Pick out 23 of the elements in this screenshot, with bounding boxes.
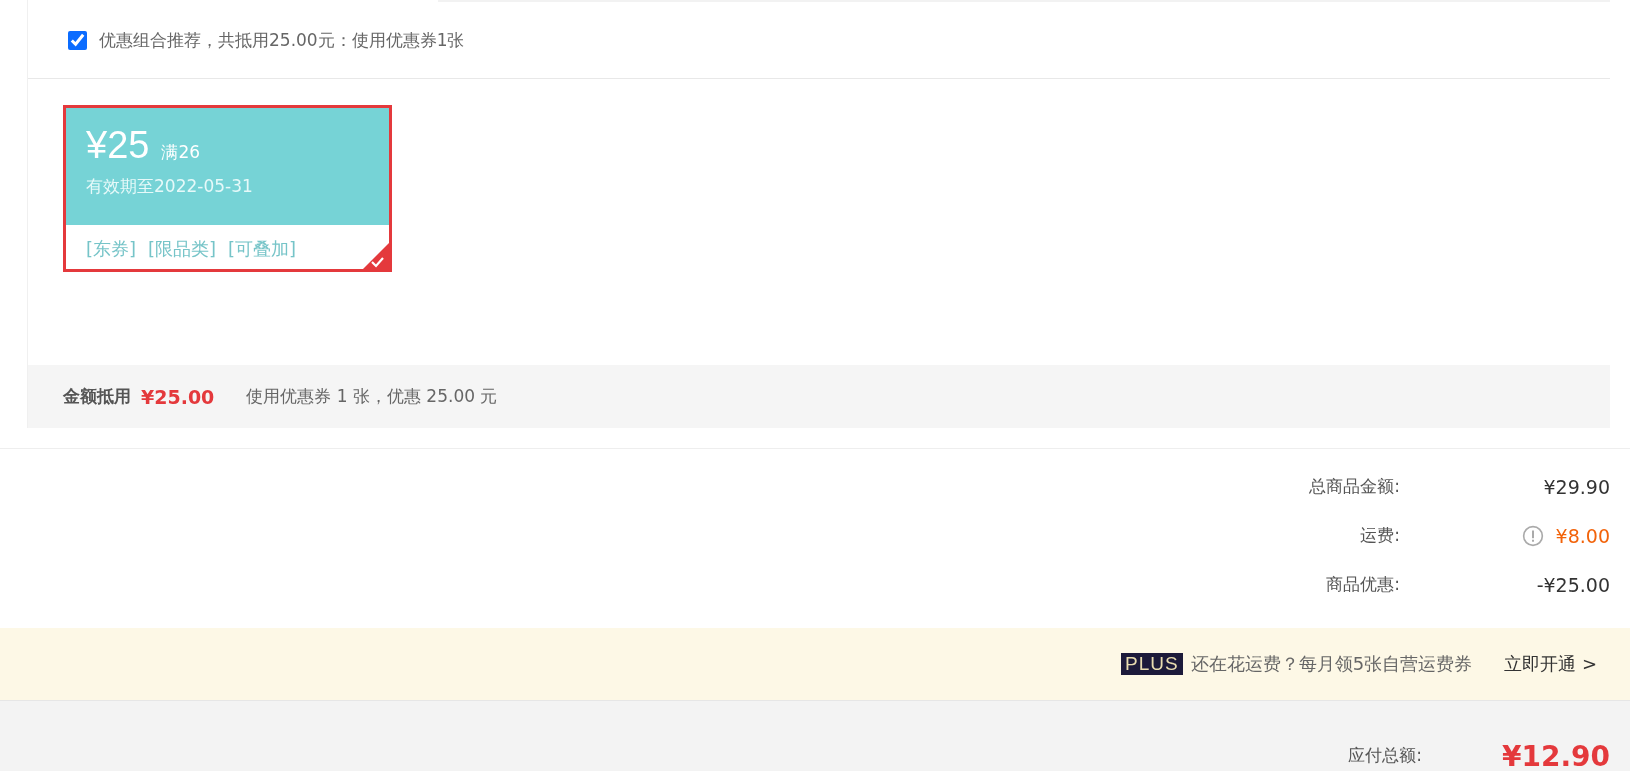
activate-link[interactable]: 立即开通 >: [1504, 652, 1597, 676]
coupon-tag: [东券]: [86, 237, 137, 261]
checkbox[interactable]: [68, 30, 87, 50]
deduction-amount: ¥25.00: [141, 385, 215, 408]
summary-value: ¥8.00: [1555, 524, 1610, 547]
coupon-validity: 有效期至2022-05-31: [86, 175, 254, 198]
plus-promo-text: 还在花运费？每月领5张自营运费券: [1190, 652, 1473, 676]
coupon-tag: [限品类]: [148, 237, 217, 261]
deduction-label: 金额抵用: [63, 385, 131, 408]
deduction-note: 使用优惠券 1 张，优惠 25.00 元: [246, 385, 498, 408]
summary-value: -¥25.00: [1536, 573, 1610, 596]
recommend-label: 优惠组合推荐，共抵用25.00元：使用优惠券1张: [99, 28, 465, 52]
summary-value: ¥29.90: [1543, 475, 1610, 498]
info-icon[interactable]: [1521, 524, 1544, 547]
summary-label: 商品优惠:: [1326, 573, 1400, 596]
total-value: ¥12.90: [1501, 740, 1610, 773]
total-label: 应付总额:: [1348, 744, 1422, 767]
plus-badge: PLUS: [1121, 653, 1183, 675]
summary-label: 总商品金额:: [1309, 475, 1400, 498]
summary-label: 运费:: [1360, 524, 1400, 547]
coupon-amount: ¥25: [86, 124, 150, 167]
coupon-threshold: 满26: [161, 141, 201, 164]
coupon-tag: [可叠加]: [228, 237, 297, 261]
